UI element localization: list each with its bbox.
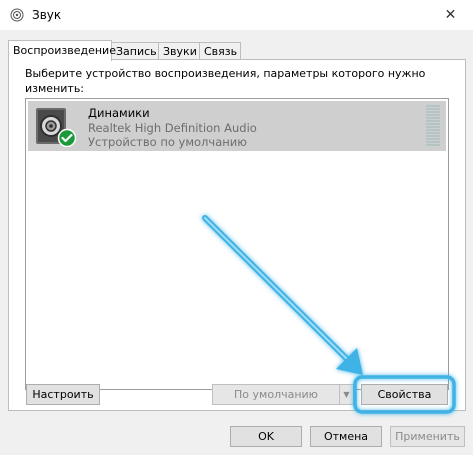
sound-dialog: Звук ✕ Воспроизведение Запись Звуки Связ…: [0, 0, 473, 455]
tab-playback[interactable]: Воспроизведение: [8, 40, 116, 61]
arrow-icon: [202, 215, 363, 375]
annotation-overlay: [202, 215, 456, 414]
highlight-box: [353, 375, 456, 414]
